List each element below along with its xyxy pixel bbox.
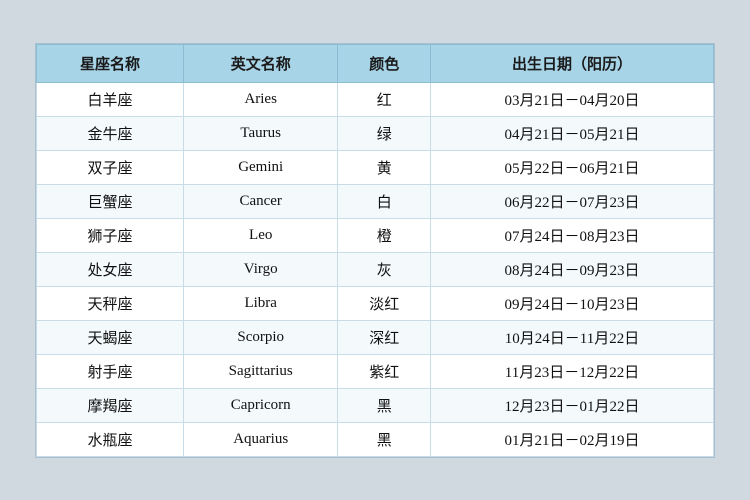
chinese-name-cell: 双子座 — [37, 150, 184, 184]
color-cell: 淡红 — [338, 286, 431, 320]
column-header: 出生日期（阳历） — [430, 44, 713, 82]
header-row: 星座名称英文名称颜色出生日期（阳历） — [37, 44, 714, 82]
table-row: 天秤座Libra淡红09月24日－10月23日 — [37, 286, 714, 320]
color-cell: 紫红 — [338, 354, 431, 388]
table-row: 摩羯座Capricorn黑12月23日－01月22日 — [37, 388, 714, 422]
date-cell: 07月24日－08月23日 — [430, 218, 713, 252]
chinese-name-cell: 狮子座 — [37, 218, 184, 252]
chinese-name-cell: 天蝎座 — [37, 320, 184, 354]
table-row: 水瓶座Aquarius黑01月21日－02月19日 — [37, 422, 714, 456]
date-cell: 06月22日－07月23日 — [430, 184, 713, 218]
english-name-cell: Leo — [183, 218, 337, 252]
english-name-cell: Capricorn — [183, 388, 337, 422]
english-name-cell: Taurus — [183, 116, 337, 150]
chinese-name-cell: 巨蟹座 — [37, 184, 184, 218]
chinese-name-cell: 射手座 — [37, 354, 184, 388]
english-name-cell: Scorpio — [183, 320, 337, 354]
table-header: 星座名称英文名称颜色出生日期（阳历） — [37, 44, 714, 82]
table-row: 双子座Gemini黄05月22日－06月21日 — [37, 150, 714, 184]
table-row: 天蝎座Scorpio深红10月24日－11月22日 — [37, 320, 714, 354]
date-cell: 11月23日－12月22日 — [430, 354, 713, 388]
date-cell: 03月21日－04月20日 — [430, 82, 713, 116]
column-header: 英文名称 — [183, 44, 337, 82]
chinese-name-cell: 摩羯座 — [37, 388, 184, 422]
table-row: 巨蟹座Cancer白06月22日－07月23日 — [37, 184, 714, 218]
color-cell: 深红 — [338, 320, 431, 354]
chinese-name-cell: 白羊座 — [37, 82, 184, 116]
color-cell: 橙 — [338, 218, 431, 252]
zodiac-table: 星座名称英文名称颜色出生日期（阳历） 白羊座Aries红03月21日－04月20… — [36, 44, 714, 457]
date-cell: 08月24日－09月23日 — [430, 252, 713, 286]
chinese-name-cell: 处女座 — [37, 252, 184, 286]
table-row: 狮子座Leo橙07月24日－08月23日 — [37, 218, 714, 252]
column-header: 颜色 — [338, 44, 431, 82]
date-cell: 04月21日－05月21日 — [430, 116, 713, 150]
english-name-cell: Aries — [183, 82, 337, 116]
date-cell: 12月23日－01月22日 — [430, 388, 713, 422]
color-cell: 黑 — [338, 422, 431, 456]
date-cell: 05月22日－06月21日 — [430, 150, 713, 184]
date-cell: 09月24日－10月23日 — [430, 286, 713, 320]
english-name-cell: Sagittarius — [183, 354, 337, 388]
table-row: 处女座Virgo灰08月24日－09月23日 — [37, 252, 714, 286]
table-row: 金牛座Taurus绿04月21日－05月21日 — [37, 116, 714, 150]
color-cell: 绿 — [338, 116, 431, 150]
date-cell: 10月24日－11月22日 — [430, 320, 713, 354]
table-body: 白羊座Aries红03月21日－04月20日金牛座Taurus绿04月21日－0… — [37, 82, 714, 456]
column-header: 星座名称 — [37, 44, 184, 82]
color-cell: 白 — [338, 184, 431, 218]
color-cell: 黑 — [338, 388, 431, 422]
chinese-name-cell: 金牛座 — [37, 116, 184, 150]
table-row: 射手座Sagittarius紫红11月23日－12月22日 — [37, 354, 714, 388]
english-name-cell: Libra — [183, 286, 337, 320]
chinese-name-cell: 水瓶座 — [37, 422, 184, 456]
english-name-cell: Gemini — [183, 150, 337, 184]
date-cell: 01月21日－02月19日 — [430, 422, 713, 456]
zodiac-table-wrapper: 星座名称英文名称颜色出生日期（阳历） 白羊座Aries红03月21日－04月20… — [35, 43, 715, 458]
chinese-name-cell: 天秤座 — [37, 286, 184, 320]
english-name-cell: Aquarius — [183, 422, 337, 456]
english-name-cell: Virgo — [183, 252, 337, 286]
english-name-cell: Cancer — [183, 184, 337, 218]
color-cell: 红 — [338, 82, 431, 116]
color-cell: 灰 — [338, 252, 431, 286]
table-row: 白羊座Aries红03月21日－04月20日 — [37, 82, 714, 116]
color-cell: 黄 — [338, 150, 431, 184]
